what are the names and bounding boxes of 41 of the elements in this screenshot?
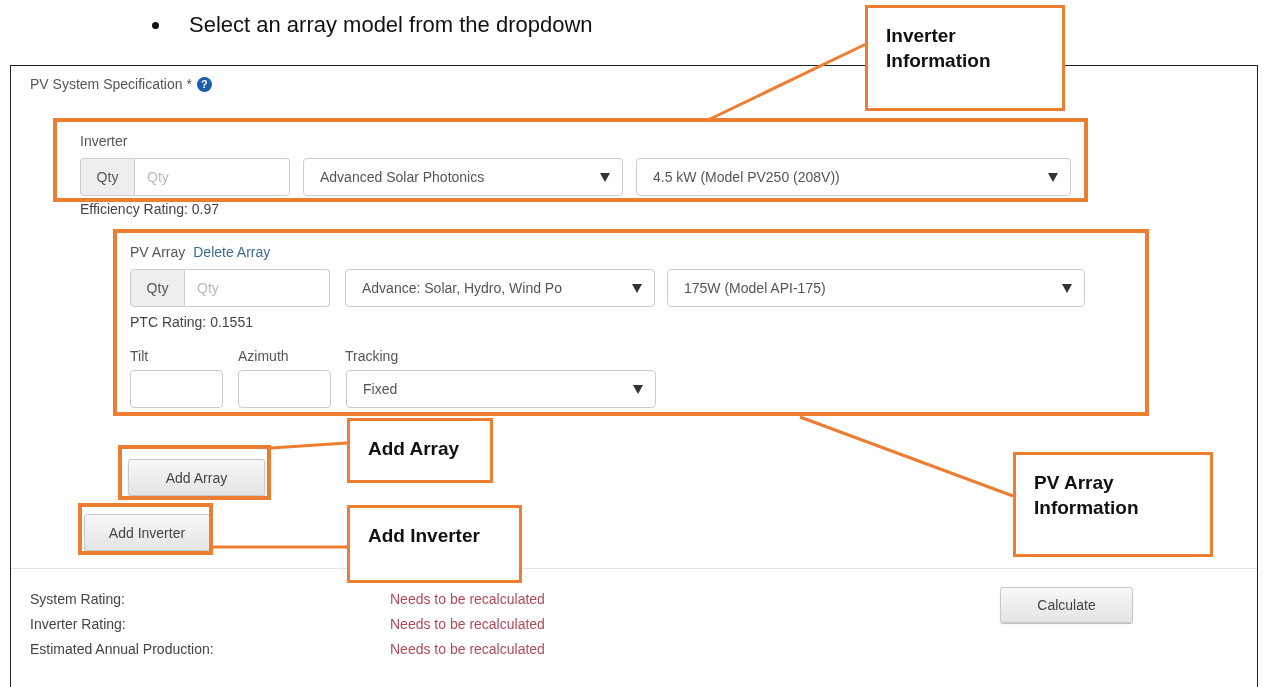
tracking-dropdown[interactable]: Fixed: [346, 370, 656, 408]
model-dropdown[interactable]: 175W (Model API-175): [667, 269, 1085, 307]
efficiency-rating: Efficiency Rating: 0.97: [80, 201, 221, 219]
model-dropdown[interactable]: 4.5 kW (Model PV250 (208V)): [636, 158, 1071, 196]
delete-array-link[interactable]: Delete Array: [193, 244, 271, 260]
tilt-field[interactable]: [130, 370, 223, 408]
inverter-label: Inverter: [80, 132, 129, 150]
ptc-rating: PTC Rating: 0.1551: [130, 314, 254, 332]
tracking-label: Tracking: [345, 348, 399, 366]
caret-icon: [633, 384, 643, 394]
qty-field[interactable]: Qty: [185, 269, 330, 307]
caret-icon: [632, 283, 642, 293]
caret-icon: [1048, 172, 1058, 182]
add-array-button[interactable]: Add Array: [128, 459, 265, 496]
caret-icon: [600, 172, 610, 182]
result-label: Inverter Rating:: [30, 615, 127, 632]
manufacturer-dropdown[interactable]: Advanced Solar Photonics: [303, 158, 623, 196]
result-label: System Rating:: [30, 590, 126, 607]
azimuth-label: Azimuth: [238, 348, 290, 366]
manufacturer-dropdown[interactable]: Advance: Solar, Hydro, Wind Po: [345, 269, 655, 307]
add-inverter-button[interactable]: Add Inverter: [84, 514, 210, 551]
azimuth-field[interactable]: [238, 370, 331, 408]
array-label: PV Array: [130, 244, 186, 260]
qty-addon: Qty: [80, 158, 135, 196]
qty-addon: Qty: [130, 269, 185, 307]
calculate-button[interactable]: Calculate: [1000, 587, 1133, 623]
result-value: Needs to be recalculated: [390, 590, 545, 607]
caret-icon: [1062, 283, 1072, 293]
section-title: PV System Specification *: [30, 76, 192, 92]
result-label: Estimated Annual Production:: [30, 640, 215, 657]
callout-box: Inverter Information: [865, 5, 1065, 111]
qty-field[interactable]: Qty: [135, 158, 290, 196]
callout-box: Add Inverter: [347, 505, 522, 583]
callout-box: Add Array: [347, 418, 493, 483]
bullet-icon: [152, 21, 159, 29]
help-icon[interactable]: ?: [196, 76, 212, 92]
tilt-label: Tilt: [130, 348, 150, 366]
result-value: Needs to be recalculated: [390, 640, 545, 657]
callout-box: PV Array Information: [1013, 452, 1213, 557]
result-value: Needs to be recalculated: [390, 615, 545, 632]
instruction-text: Select an array model from the dropdown: [189, 12, 593, 38]
